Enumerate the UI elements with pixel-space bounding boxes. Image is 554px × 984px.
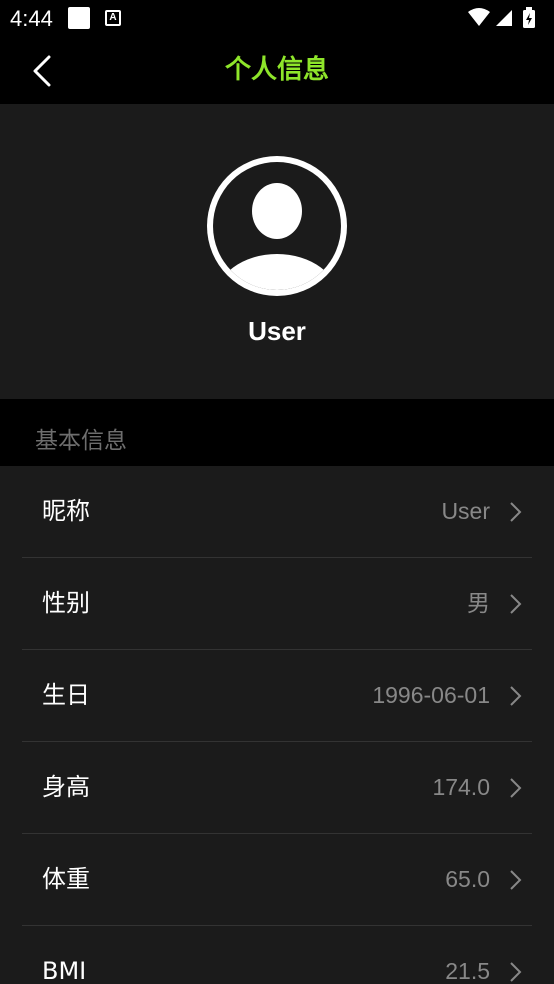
- wifi-icon: [468, 8, 490, 26]
- chevron-left-icon: [33, 55, 51, 87]
- profile-username: User: [248, 316, 306, 346]
- section-title: 基本信息: [35, 428, 127, 454]
- row-gender[interactable]: 性别 男: [22, 558, 532, 650]
- row-bmi[interactable]: BMI 21.5: [22, 926, 532, 984]
- signal-icon: [496, 10, 512, 26]
- status-time: 4:44: [10, 6, 53, 31]
- chevron-right-icon: [510, 962, 522, 982]
- row-value: 174.0: [432, 774, 490, 800]
- status-icons: [468, 7, 535, 28]
- row-value: 65.0: [445, 866, 490, 892]
- top-bar: 个人信息: [0, 38, 554, 104]
- row-label: 生日: [42, 681, 90, 709]
- row-label: 体重: [42, 865, 90, 893]
- row-value: User: [441, 498, 490, 524]
- chevron-right-icon: [510, 778, 522, 798]
- info-list: 昵称 User 性别 男 生日 1996-06-01 身高 174.0 体重 6…: [0, 466, 554, 984]
- row-weight[interactable]: 体重 65.0: [22, 834, 532, 926]
- row-height[interactable]: 身高 174.0: [22, 742, 532, 834]
- battery-icon: [523, 7, 535, 28]
- chevron-right-icon: [510, 870, 522, 890]
- notification-icon: [68, 7, 90, 29]
- row-label: BMI: [42, 957, 87, 984]
- chevron-right-icon: [510, 594, 522, 614]
- notification-a-icon: A: [105, 10, 121, 26]
- row-birthday[interactable]: 生日 1996-06-01: [22, 650, 532, 742]
- avatar-icon[interactable]: [205, 154, 349, 298]
- row-value: 男: [467, 590, 490, 616]
- profile-section: User: [0, 104, 554, 399]
- row-value: 1996-06-01: [372, 682, 490, 708]
- back-button[interactable]: [22, 48, 62, 94]
- status-bar: 4:44 A: [0, 0, 554, 38]
- page-title: 个人信息: [224, 55, 329, 85]
- row-label: 身高: [42, 773, 90, 801]
- section-header: 基本信息: [0, 399, 554, 466]
- row-label: 性别: [42, 589, 90, 617]
- row-nickname[interactable]: 昵称 User: [22, 466, 532, 558]
- row-value: 21.5: [445, 958, 490, 984]
- chevron-right-icon: [510, 686, 522, 706]
- chevron-right-icon: [510, 502, 522, 522]
- row-label: 昵称: [42, 497, 90, 525]
